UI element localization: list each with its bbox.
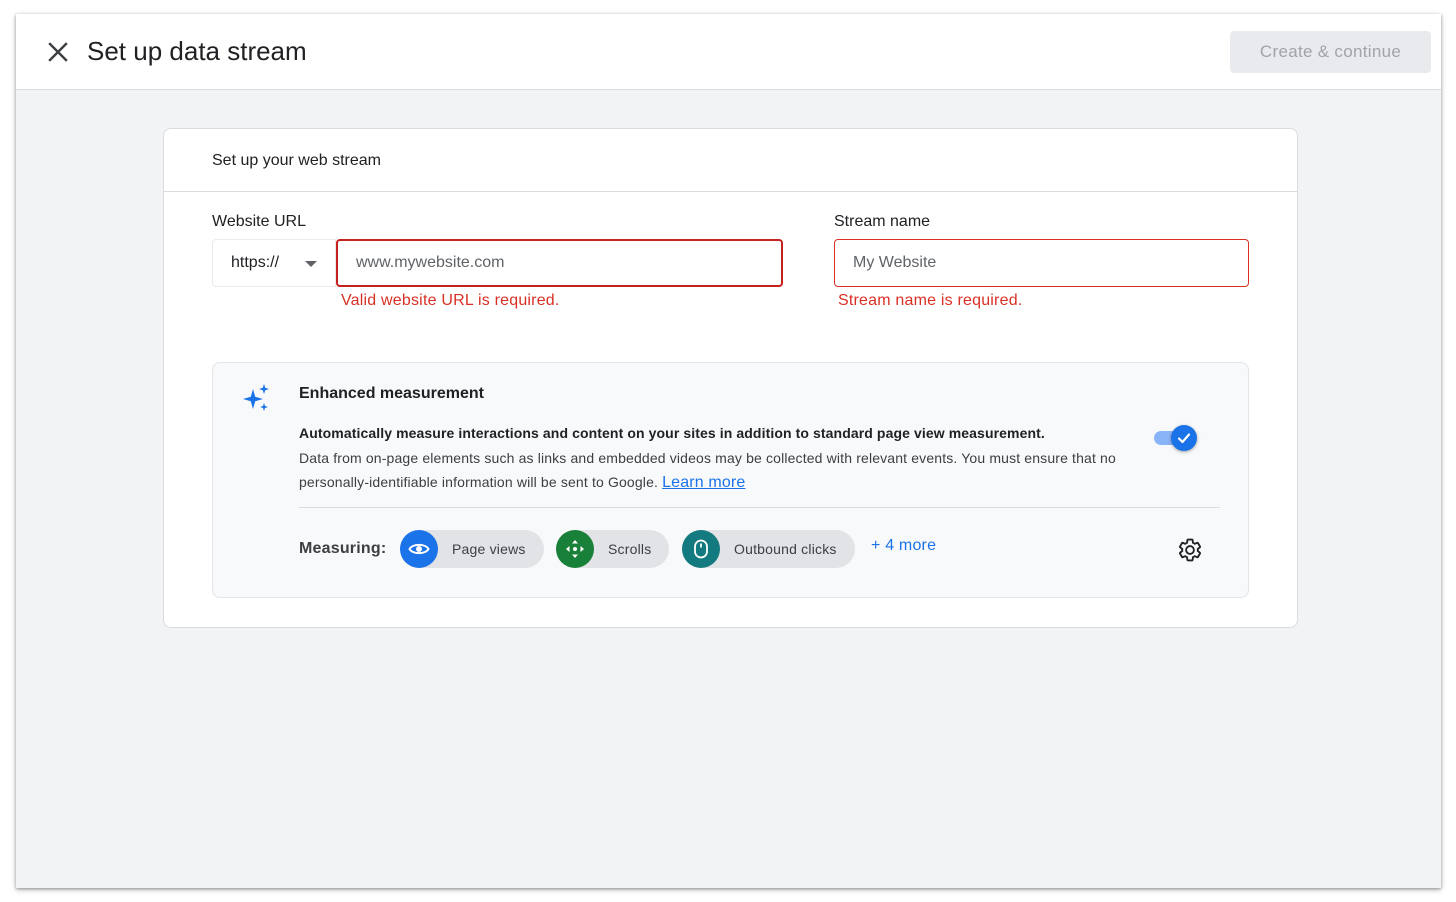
app-window: Set up data stream Create & continue Set… [16,14,1441,888]
page-title: Set up data stream [87,36,307,66]
stream-name-error: Stream name is required. [838,292,1023,309]
settings-button[interactable] [1175,535,1205,565]
gear-icon [1178,538,1202,562]
enhanced-measurement-toggle[interactable] [1152,425,1198,451]
protocol-value: https:// [231,254,280,271]
toggle-thumb [1171,425,1197,451]
card-title: Set up your web stream [164,129,1297,192]
chip-page-views[interactable]: Page views [400,530,544,568]
scroll-arrows-icon [556,530,594,568]
chip-label: Scrolls [608,541,652,557]
website-url-label: Website URL [212,213,306,230]
enhanced-measurement-panel: Enhanced measurement Automatically measu… [212,362,1249,598]
chip-scrolls[interactable]: Scrolls [556,530,670,568]
enhanced-measurement-lead: Automatically measure interactions and c… [299,425,1045,441]
sparkle-icon [243,384,269,411]
stream-name-label: Stream name [834,213,931,230]
create-continue-button[interactable]: Create & continue [1230,31,1431,73]
caret-down-icon [305,261,317,267]
eye-icon [400,530,438,568]
web-stream-card: Set up your web stream Website URL https… [163,128,1298,628]
stream-name-input[interactable] [834,239,1249,287]
enhanced-measurement-description: Data from on-page elements such as links… [299,446,1149,495]
chip-outbound-clicks[interactable]: Outbound clicks [682,530,855,568]
check-icon [1177,433,1191,444]
more-events-link[interactable]: + 4 more [871,537,936,555]
website-url-input[interactable] [336,239,783,287]
mouse-icon [682,530,720,568]
protocol-select[interactable]: https:// [212,239,336,287]
website-url-error: Valid website URL is required. [341,292,560,309]
measuring-label: Measuring: [299,540,387,557]
chip-label: Outbound clicks [734,541,837,557]
top-bar: Set up data stream Create & continue [16,14,1441,90]
close-button[interactable] [44,38,72,66]
divider [299,507,1220,508]
learn-more-link[interactable]: Learn more [662,474,745,491]
close-icon [48,42,68,62]
enhanced-measurement-title: Enhanced measurement [299,385,484,402]
chip-label: Page views [452,541,526,557]
